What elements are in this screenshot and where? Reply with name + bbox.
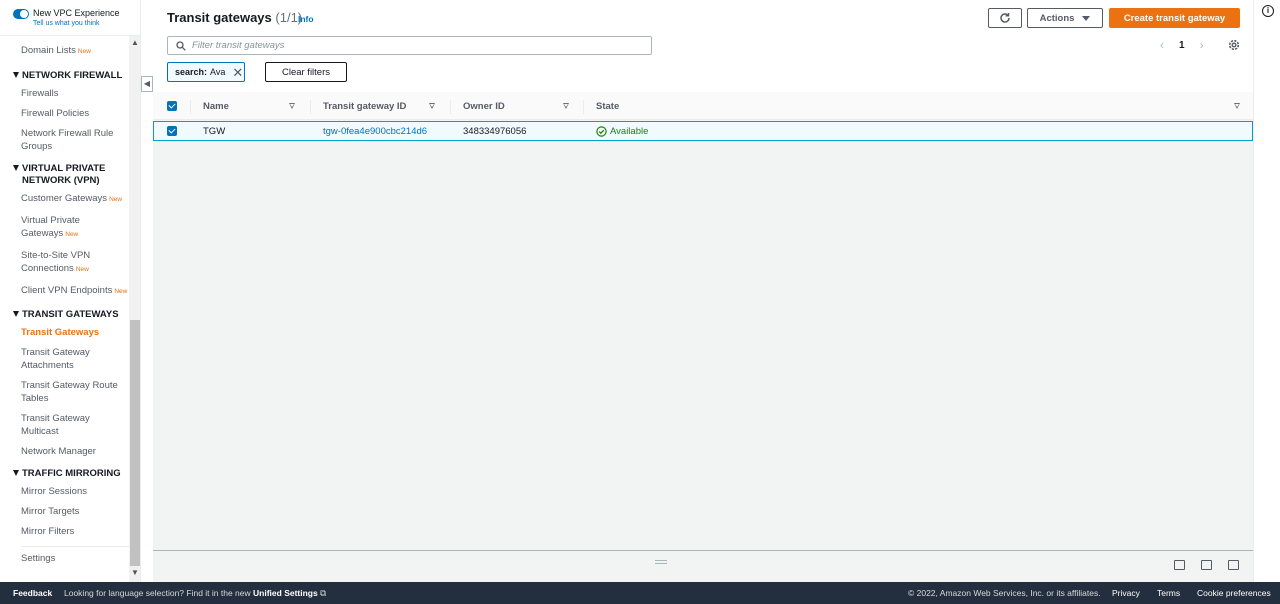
sort-icon[interactable] (289, 103, 295, 109)
sidebar-item-tgw-multicast[interactable]: Transit Gateway Multicast (21, 412, 101, 438)
filter-token[interactable]: search: Ava ✕ (167, 62, 245, 82)
new-badge: New (109, 196, 123, 203)
sort-icon[interactable] (429, 103, 435, 109)
scroll-down-icon[interactable]: ▼ (131, 568, 139, 577)
previous-page-icon[interactable]: ‹ (1156, 38, 1168, 52)
split-panel-bar (153, 550, 1253, 582)
sidebar-item-network-manager[interactable]: Network Manager (21, 445, 140, 458)
sort-icon[interactable] (1234, 103, 1240, 109)
unified-settings-link[interactable]: Unified Settings (253, 588, 318, 598)
cell-owner-id: 348334976056 (463, 125, 527, 137)
sidebar-item-tgw-route-tables[interactable]: Transit Gateway Route Tables (21, 379, 121, 405)
sort-icon[interactable] (563, 103, 569, 109)
table-header: Name Transit gateway ID Owner ID State (153, 92, 1253, 120)
side-navigation: New VPC Experience Tell us what you thin… (0, 0, 141, 582)
sidebar-item-customer-gateways[interactable]: Customer Gateways New (21, 192, 140, 206)
collapse-icon (13, 72, 19, 78)
gear-icon[interactable] (1227, 38, 1241, 52)
sidebar-item-settings[interactable]: Settings (21, 552, 140, 565)
nav-list: Domain Lists New NETWORK FIREWALL Firewal… (0, 36, 140, 565)
help-panel-rail: i (1253, 0, 1280, 582)
column-divider (310, 100, 311, 114)
pagination: ‹ 1 › (1156, 38, 1208, 52)
refresh-button[interactable] (988, 8, 1022, 28)
collapse-icon (13, 470, 19, 476)
table-header-panel: Transit gateways (1/1) Info Actions Crea… (153, 0, 1253, 92)
page-title: Transit gateways (1/1) (167, 10, 303, 25)
next-page-icon[interactable]: › (1196, 38, 1208, 52)
new-vpc-experience: New VPC Experience Tell us what you thin… (0, 0, 140, 36)
terms-link[interactable]: Terms (1157, 588, 1180, 598)
split-panel-side-icon[interactable] (1201, 560, 1212, 570)
sidebar-item-client-vpn-endpoints[interactable]: Client VPN Endpoints New (21, 284, 140, 298)
sidebar-item-site-to-site-vpn[interactable]: Site-to-Site VPN Connections New (21, 249, 101, 276)
sidebar-item-virtual-private-gateways[interactable]: Virtual Private Gateways New (21, 214, 101, 241)
search-icon (176, 40, 186, 51)
collapse-icon (13, 311, 19, 317)
copyright: © 2022, Amazon Web Services, Inc. or its… (908, 588, 1101, 598)
column-state[interactable]: State (596, 92, 619, 120)
caret-down-icon (1082, 15, 1091, 21)
sidebar-item-firewall-policies[interactable]: Firewall Policies (21, 107, 140, 120)
sidebar-item-firewalls[interactable]: Firewalls (21, 87, 140, 100)
section-vpn[interactable]: VIRTUAL PRIVATE NETWORK (VPN) (11, 163, 111, 187)
feedback-link[interactable]: Feedback (13, 588, 52, 598)
info-link[interactable]: Info (298, 14, 314, 24)
actions-button[interactable]: Actions (1027, 8, 1103, 28)
sidebar-item-mirror-filters[interactable]: Mirror Filters (21, 525, 140, 538)
refresh-icon (1000, 13, 1010, 23)
info-icon[interactable]: i (1262, 5, 1274, 17)
new-badge: New (75, 266, 89, 273)
cookie-preferences-link[interactable]: Cookie preferences (1197, 588, 1271, 598)
sidebar-scrollbar[interactable]: ▲ ▼ (129, 36, 140, 582)
collapse-icon (13, 165, 19, 171)
language-notice: Looking for language selection? Find it … (64, 587, 327, 598)
split-panel-bottom-icon[interactable] (1174, 560, 1185, 570)
section-network-firewall[interactable]: NETWORK FIREWALL (11, 70, 140, 82)
select-all-checkbox[interactable] (167, 101, 177, 111)
new-badge: New (65, 231, 79, 238)
scroll-thumb[interactable] (130, 320, 140, 566)
column-name[interactable]: Name (203, 92, 229, 120)
new-badge: New (77, 48, 91, 55)
sidebar-item-tgw-attachments[interactable]: Transit Gateway Attachments (21, 346, 101, 372)
column-divider (450, 100, 451, 114)
filter-input[interactable]: Filter transit gateways (167, 36, 652, 55)
create-transit-gateway-button[interactable]: Create transit gateway (1109, 8, 1240, 28)
current-page[interactable]: 1 (1179, 40, 1185, 51)
sidebar-item-transit-gateways[interactable]: Transit Gateways (21, 326, 140, 339)
status-success-icon (596, 125, 607, 137)
column-divider (190, 100, 191, 114)
resize-handle-icon[interactable] (655, 560, 667, 564)
section-transit-gateways[interactable]: TRANSIT GATEWAYS (11, 309, 140, 321)
sidebar-item-firewall-rule-groups[interactable]: Network Firewall Rule Groups (21, 127, 121, 153)
cell-state: Available (596, 122, 648, 140)
privacy-link[interactable]: Privacy (1112, 588, 1140, 598)
new-vpc-experience-toggle[interactable] (13, 9, 29, 19)
console-footer: Feedback Looking for language selection?… (0, 582, 1280, 604)
scroll-up-icon[interactable]: ▲ (131, 38, 139, 47)
nav-divider (21, 546, 130, 547)
new-vpc-experience-label: New VPC Experience (33, 8, 120, 18)
cell-name: TGW (203, 125, 226, 137)
main-content: Transit gateways (1/1) Info Actions Crea… (153, 0, 1253, 582)
remove-filter-icon[interactable]: ✕ (232, 66, 243, 79)
sidebar-item-domain-lists[interactable]: Domain Lists New (21, 44, 140, 58)
section-traffic-mirroring[interactable]: TRAFFIC MIRRORING (11, 468, 140, 480)
feedback-link[interactable]: Tell us what you think (33, 19, 120, 29)
column-divider (583, 100, 584, 114)
clear-filters-button[interactable]: Clear filters (265, 62, 347, 82)
sidebar-item-mirror-targets[interactable]: Mirror Targets (21, 505, 140, 518)
filter-placeholder: Filter transit gateways (192, 40, 285, 51)
sidebar-item-mirror-sessions[interactable]: Mirror Sessions (21, 485, 140, 498)
cell-transit-gateway-id[interactable]: tgw-0fea4e900cbc214d6 (323, 122, 427, 140)
new-badge: New (114, 288, 128, 295)
table-row[interactable]: TGW tgw-0fea4e900cbc214d6 348334976056 A… (153, 121, 1253, 141)
split-panel-hide-icon[interactable] (1228, 560, 1239, 570)
collapse-sidebar-icon[interactable]: ◀ (141, 76, 153, 92)
column-transit-gateway-id[interactable]: Transit gateway ID (323, 92, 406, 120)
row-checkbox[interactable] (167, 126, 177, 136)
external-link-icon: ⧉ (320, 587, 327, 598)
column-owner-id[interactable]: Owner ID (463, 92, 505, 120)
